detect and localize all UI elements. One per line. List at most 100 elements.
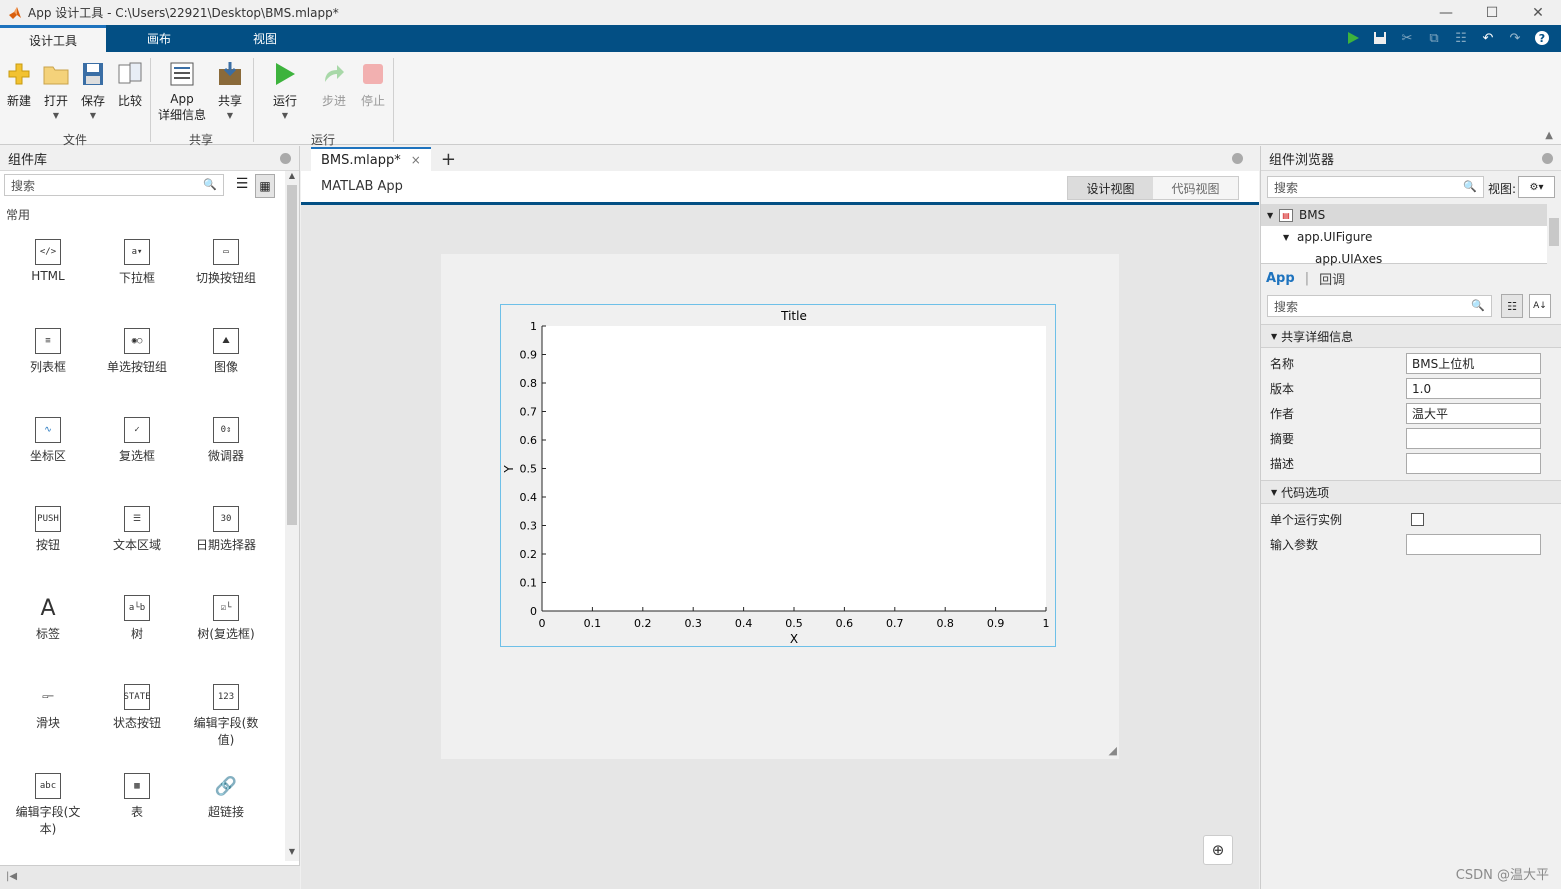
add-tab-icon[interactable]: + <box>441 147 456 171</box>
name-field[interactable]: BMS上位机 <box>1406 353 1541 374</box>
code-view-button[interactable]: 代码视图 <box>1153 177 1238 199</box>
y-tick-label: 0.5 <box>520 463 538 476</box>
panel-options-icon[interactable] <box>1232 153 1243 164</box>
comp-listbox[interactable]: ≡ 列表框 <box>8 328 88 375</box>
design-view-button[interactable]: 设计视图 <box>1068 177 1153 199</box>
maximize-icon[interactable]: ☐ <box>1469 0 1515 25</box>
view-switch: 设计视图 代码视图 <box>1067 176 1239 200</box>
comp-slider[interactable]: ▭─ 滑块 <box>8 684 88 731</box>
inspector-search-input[interactable]: 搜索 🔍 <box>1267 295 1492 317</box>
minimize-icon[interactable]: — <box>1423 0 1469 25</box>
scroll-down-icon[interactable]: ▼ <box>285 847 299 861</box>
ui-figure[interactable]: Title X Y 0 0.1 0.2 0.3 0.4 0.5 0.6 0.7 0.8 0.9 1 … <box>441 254 1119 759</box>
scroll-up-icon[interactable]: ▲ <box>285 171 299 185</box>
prop-summary: 摘要 <box>1261 426 1561 451</box>
comp-html[interactable]: </> HTML <box>8 239 88 283</box>
comp-label[interactable]: A 标签 <box>8 595 88 642</box>
share-button[interactable]: 共享 ▼ <box>217 60 243 120</box>
comp-tree-checkbox[interactable]: ☑└ 树(复选框) <box>186 595 266 642</box>
tab-canvas[interactable]: 画布 <box>106 25 212 52</box>
zoom-in-icon[interactable]: ⊕ <box>1203 835 1233 865</box>
section-code-options[interactable]: ▼ 代码选项 <box>1261 480 1561 504</box>
sort-az-icon[interactable]: A↓ <box>1529 294 1551 318</box>
collapse-caret-icon: ▼ <box>1271 487 1278 497</box>
open-button[interactable]: 打开 ▼ <box>43 60 69 120</box>
x-tick-label: 0.6 <box>836 617 854 630</box>
table-icon: ▦ <box>124 773 150 799</box>
comp-dropdown[interactable]: a▾ 下拉框 <box>97 239 177 286</box>
tree-node-uifigure[interactable]: ▼ app.UIFigure <box>1261 226 1561 248</box>
matlab-logo-icon <box>9 6 21 19</box>
cut-icon[interactable]: ✂ <box>1396 28 1418 48</box>
save-button[interactable]: 保存 ▼ <box>80 60 106 120</box>
section-share-details[interactable]: ▼ 共享详细信息 <box>1261 324 1561 348</box>
summary-field[interactable] <box>1406 428 1541 449</box>
view-select[interactable]: ⚙▾ <box>1518 176 1555 198</box>
comp-spinner[interactable]: 0⇕ 微调器 <box>186 417 266 464</box>
author-field[interactable]: 温大平 <box>1406 403 1541 424</box>
search-icon: 🔍 <box>1463 180 1477 193</box>
step-button[interactable]: 步进 <box>321 60 347 109</box>
tree-scrollbar[interactable] <box>1547 204 1561 264</box>
expand-caret-icon[interactable]: ▼ <box>1267 211 1279 220</box>
comp-numeric-field[interactable]: 123 编辑字段(数值) <box>186 684 266 748</box>
list-view-icon[interactable]: ☰ <box>232 176 252 196</box>
comp-text-field[interactable]: abc 编辑字段(文本) <box>8 773 88 837</box>
input-args-field[interactable] <box>1406 534 1541 555</box>
library-search-input[interactable]: 搜索 🔍 <box>4 174 224 196</box>
comp-axes[interactable]: ∿ 坐标区 <box>8 417 88 464</box>
comp-button[interactable]: PUSH 按钮 <box>8 506 88 553</box>
undo-icon[interactable]: ↶ <box>1477 28 1499 48</box>
help-icon[interactable]: ? <box>1531 28 1553 48</box>
component-browser-panel: 组件浏览器 搜索 🔍 视图: ⚙▾ ▼ ▤ BMS ▼ app.UIFigure… <box>1260 146 1561 889</box>
run-button[interactable]: 运行 ▼ <box>272 60 298 120</box>
resize-grip-icon[interactable]: ◢ <box>1109 744 1117 757</box>
comp-table[interactable]: ▦ 表 <box>97 773 177 820</box>
doc-tab-bms[interactable]: BMS.mlapp* × <box>311 147 431 171</box>
stop-button[interactable]: 停止 <box>360 60 386 109</box>
single-instance-checkbox[interactable] <box>1411 513 1424 526</box>
close-window-icon[interactable]: ✕ <box>1515 0 1561 25</box>
comp-checkbox[interactable]: ✓ 复选框 <box>97 417 177 464</box>
group-view-icon[interactable]: ☷ <box>1501 294 1523 318</box>
comp-radio-group[interactable]: ◉○ 单选按钮组 <box>97 328 177 375</box>
y-tick-label: 0.7 <box>520 406 538 419</box>
ui-axes[interactable]: Title X Y 0 0.1 0.2 0.3 0.4 0.5 0.6 0.7 0.8 0.9 1 … <box>500 304 1056 647</box>
tab-callbacks[interactable]: 回调 <box>1319 269 1345 288</box>
library-hscrollbar[interactable]: |◀ <box>0 865 300 889</box>
x-tick-label: 0.1 <box>584 617 602 630</box>
panel-options-icon[interactable] <box>1542 153 1553 164</box>
comp-hyperlink[interactable]: 🔗 超链接 <box>186 773 266 820</box>
browser-search-input[interactable]: 搜索 🔍 <box>1267 176 1484 198</box>
tab-design-tools[interactable]: 设计工具 <box>0 25 106 53</box>
tree-node-uiaxes[interactable]: app.UIAxes <box>1261 248 1561 270</box>
comp-tree[interactable]: a└b 树 <box>97 595 177 642</box>
comp-toggle-group[interactable]: ▭ 切换按钮组 <box>186 239 266 286</box>
tab-view[interactable]: 视图 <box>212 25 318 52</box>
copy-icon[interactable]: ⧉ <box>1423 28 1445 48</box>
grid-view-icon[interactable]: ▦ <box>255 174 275 198</box>
save-quick-icon[interactable] <box>1369 28 1391 48</box>
version-field[interactable]: 1.0 <box>1406 378 1541 399</box>
scroll-thumb[interactable] <box>287 185 297 525</box>
app-details-button[interactable]: App 详细信息 <box>158 60 206 123</box>
comp-date-picker[interactable]: 30 日期选择器 <box>186 506 266 553</box>
scroll-left-icon[interactable]: |◀ <box>6 871 17 882</box>
paste-icon[interactable]: ☷ <box>1450 28 1472 48</box>
description-field[interactable] <box>1406 453 1541 474</box>
new-button[interactable]: 新建 ▼ <box>6 60 32 120</box>
comp-text-area[interactable]: ☰ 文本区域 <box>97 506 177 553</box>
component-library-panel: 组件库 搜索 🔍 ☰ ▦ 常用 </> HTML a▾ 下拉框 ▭ 切换按钮组 ≡ 列表… <box>0 146 300 889</box>
library-scrollbar[interactable]: ▲ ▼ <box>285 171 299 861</box>
tree-node-bms[interactable]: ▼ ▤ BMS <box>1261 204 1561 226</box>
panel-options-icon[interactable] <box>280 153 291 164</box>
expand-caret-icon[interactable]: ▼ <box>1283 233 1297 242</box>
tab-app[interactable]: App <box>1266 271 1295 286</box>
close-tab-icon[interactable]: × <box>411 153 421 167</box>
collapse-ribbon-icon[interactable]: ▲ <box>1545 130 1553 141</box>
redo-icon[interactable]: ↷ <box>1504 28 1526 48</box>
comp-state-button[interactable]: STATE 状态按钮 <box>97 684 177 731</box>
comp-image[interactable]: ⛰ 图像 <box>186 328 266 375</box>
compare-button[interactable]: 比较 <box>117 60 143 109</box>
run-quick-icon[interactable] <box>1342 28 1364 48</box>
